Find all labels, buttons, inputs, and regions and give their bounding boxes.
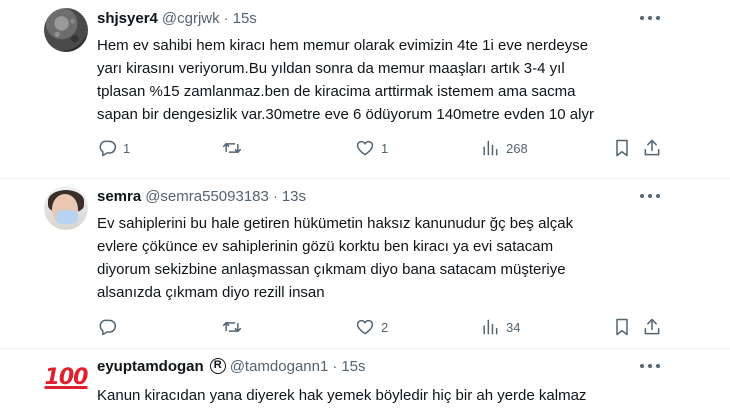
avatar[interactable]: [44, 186, 88, 230]
display-name[interactable]: shjsyer4: [97, 10, 158, 27]
tweet-text-line: evlere çökünce ev sahiplerinin gözü kork…: [97, 238, 554, 255]
tweet-actions: 2 34: [97, 316, 662, 338]
tweet-text-line: alsanızda çıkmam diyo rezill insan: [97, 284, 325, 301]
user-handle[interactable]: @semra55093183: [145, 188, 269, 205]
reply-icon: [99, 140, 117, 157]
like-button[interactable]: 2: [355, 317, 388, 337]
timestamp[interactable]: 15s: [341, 358, 365, 375]
bookmark-button[interactable]: [612, 317, 632, 337]
view-count: 268: [506, 140, 528, 156]
bookmark-icon: [616, 139, 628, 157]
reply-icon: [99, 319, 117, 336]
timestamp[interactable]: 13s: [282, 188, 306, 205]
hundred-points-icon: 100: [44, 365, 89, 390]
user-handle[interactable]: @tamdogann1: [230, 358, 329, 375]
like-count: 1: [381, 140, 389, 156]
tweet-text: Hem ev sahibi hem kiracı hem memur olara…: [97, 34, 697, 126]
tweet-header: shjsyer4 @cgrjwk · 15s: [97, 7, 257, 29]
tweet[interactable]: semra @semra55093183 · 13s Ev sahiplerin…: [0, 178, 730, 348]
views-button[interactable]: 34: [480, 317, 520, 337]
tweet-text: Ev sahiplerini bu hale getiren hükümetin…: [97, 212, 697, 304]
display-name[interactable]: eyuptamdogan: [97, 358, 204, 375]
retweet-icon: [222, 322, 242, 332]
avatar[interactable]: [44, 8, 88, 52]
tweet-text-line: Ev sahiplerini bu hale getiren hükümetin…: [97, 215, 574, 232]
timestamp[interactable]: 15s: [233, 10, 257, 27]
separator-dot: ·: [332, 357, 338, 375]
display-name[interactable]: semra: [97, 188, 141, 205]
bookmark-button[interactable]: [612, 138, 632, 158]
share-button[interactable]: [642, 317, 662, 337]
more-horizontal-icon[interactable]: [640, 188, 660, 204]
views-chart-icon: [483, 319, 498, 335]
view-count: 34: [506, 319, 521, 335]
separator-dot: ·: [223, 9, 229, 27]
tweet-header: semra @semra55093183 · 13s: [97, 185, 306, 207]
more-horizontal-icon[interactable]: [640, 358, 660, 374]
separator-dot: ·: [272, 187, 278, 205]
bookmark-icon: [616, 318, 628, 336]
user-handle[interactable]: @cgrjwk: [162, 10, 220, 27]
like-count: 2: [381, 319, 389, 335]
like-button[interactable]: 1: [355, 138, 388, 158]
more-horizontal-icon[interactable]: [640, 10, 660, 26]
registered-mark-icon: R: [209, 358, 226, 374]
tweet[interactable]: 100 eyuptamdogan R @tamdogann1 · 15s Kan…: [0, 348, 730, 420]
tweet-text-line: diyorum sekizbine anlaşmassan çıkmam diy…: [97, 261, 566, 278]
tweet-text-line: sapan bir dengesizlik var.30metre eve 6 …: [97, 106, 594, 123]
tweet[interactable]: shjsyer4 @cgrjwk · 15s Hem ev sahibi hem…: [0, 0, 730, 178]
share-icon: [644, 139, 660, 156]
tweet-actions: 1 1 268: [97, 137, 662, 159]
tweet-text-line: tplasan %15 zamlanmaz.ben de kiracima ar…: [97, 83, 576, 100]
avatar[interactable]: 100: [44, 356, 89, 400]
reply-button[interactable]: 1: [97, 138, 130, 158]
reply-count: 1: [123, 140, 131, 156]
tweet-text-line: Hem ev sahibi hem kiracı hem memur olara…: [97, 37, 589, 54]
heart-icon: [356, 140, 374, 156]
heart-icon: [356, 319, 374, 335]
retweet-icon: [222, 143, 242, 153]
views-chart-icon: [483, 140, 498, 156]
reply-button[interactable]: [97, 317, 123, 337]
tweet-text-line: yarı kirasını veriyorum.Bu yıldan sonra …: [97, 60, 565, 77]
views-button[interactable]: 268: [480, 138, 528, 158]
share-button[interactable]: [642, 138, 662, 158]
share-icon: [644, 318, 660, 335]
retweet-button[interactable]: [222, 317, 248, 337]
tweet-header: eyuptamdogan R @tamdogann1 · 15s: [97, 355, 366, 377]
tweet-text: Kanun kiracıdan yana diyerek hak yemek b…: [97, 384, 697, 407]
tweet-text-line: Kanun kiracıdan yana diyerek hak yemek b…: [97, 387, 587, 404]
retweet-button[interactable]: [222, 138, 248, 158]
